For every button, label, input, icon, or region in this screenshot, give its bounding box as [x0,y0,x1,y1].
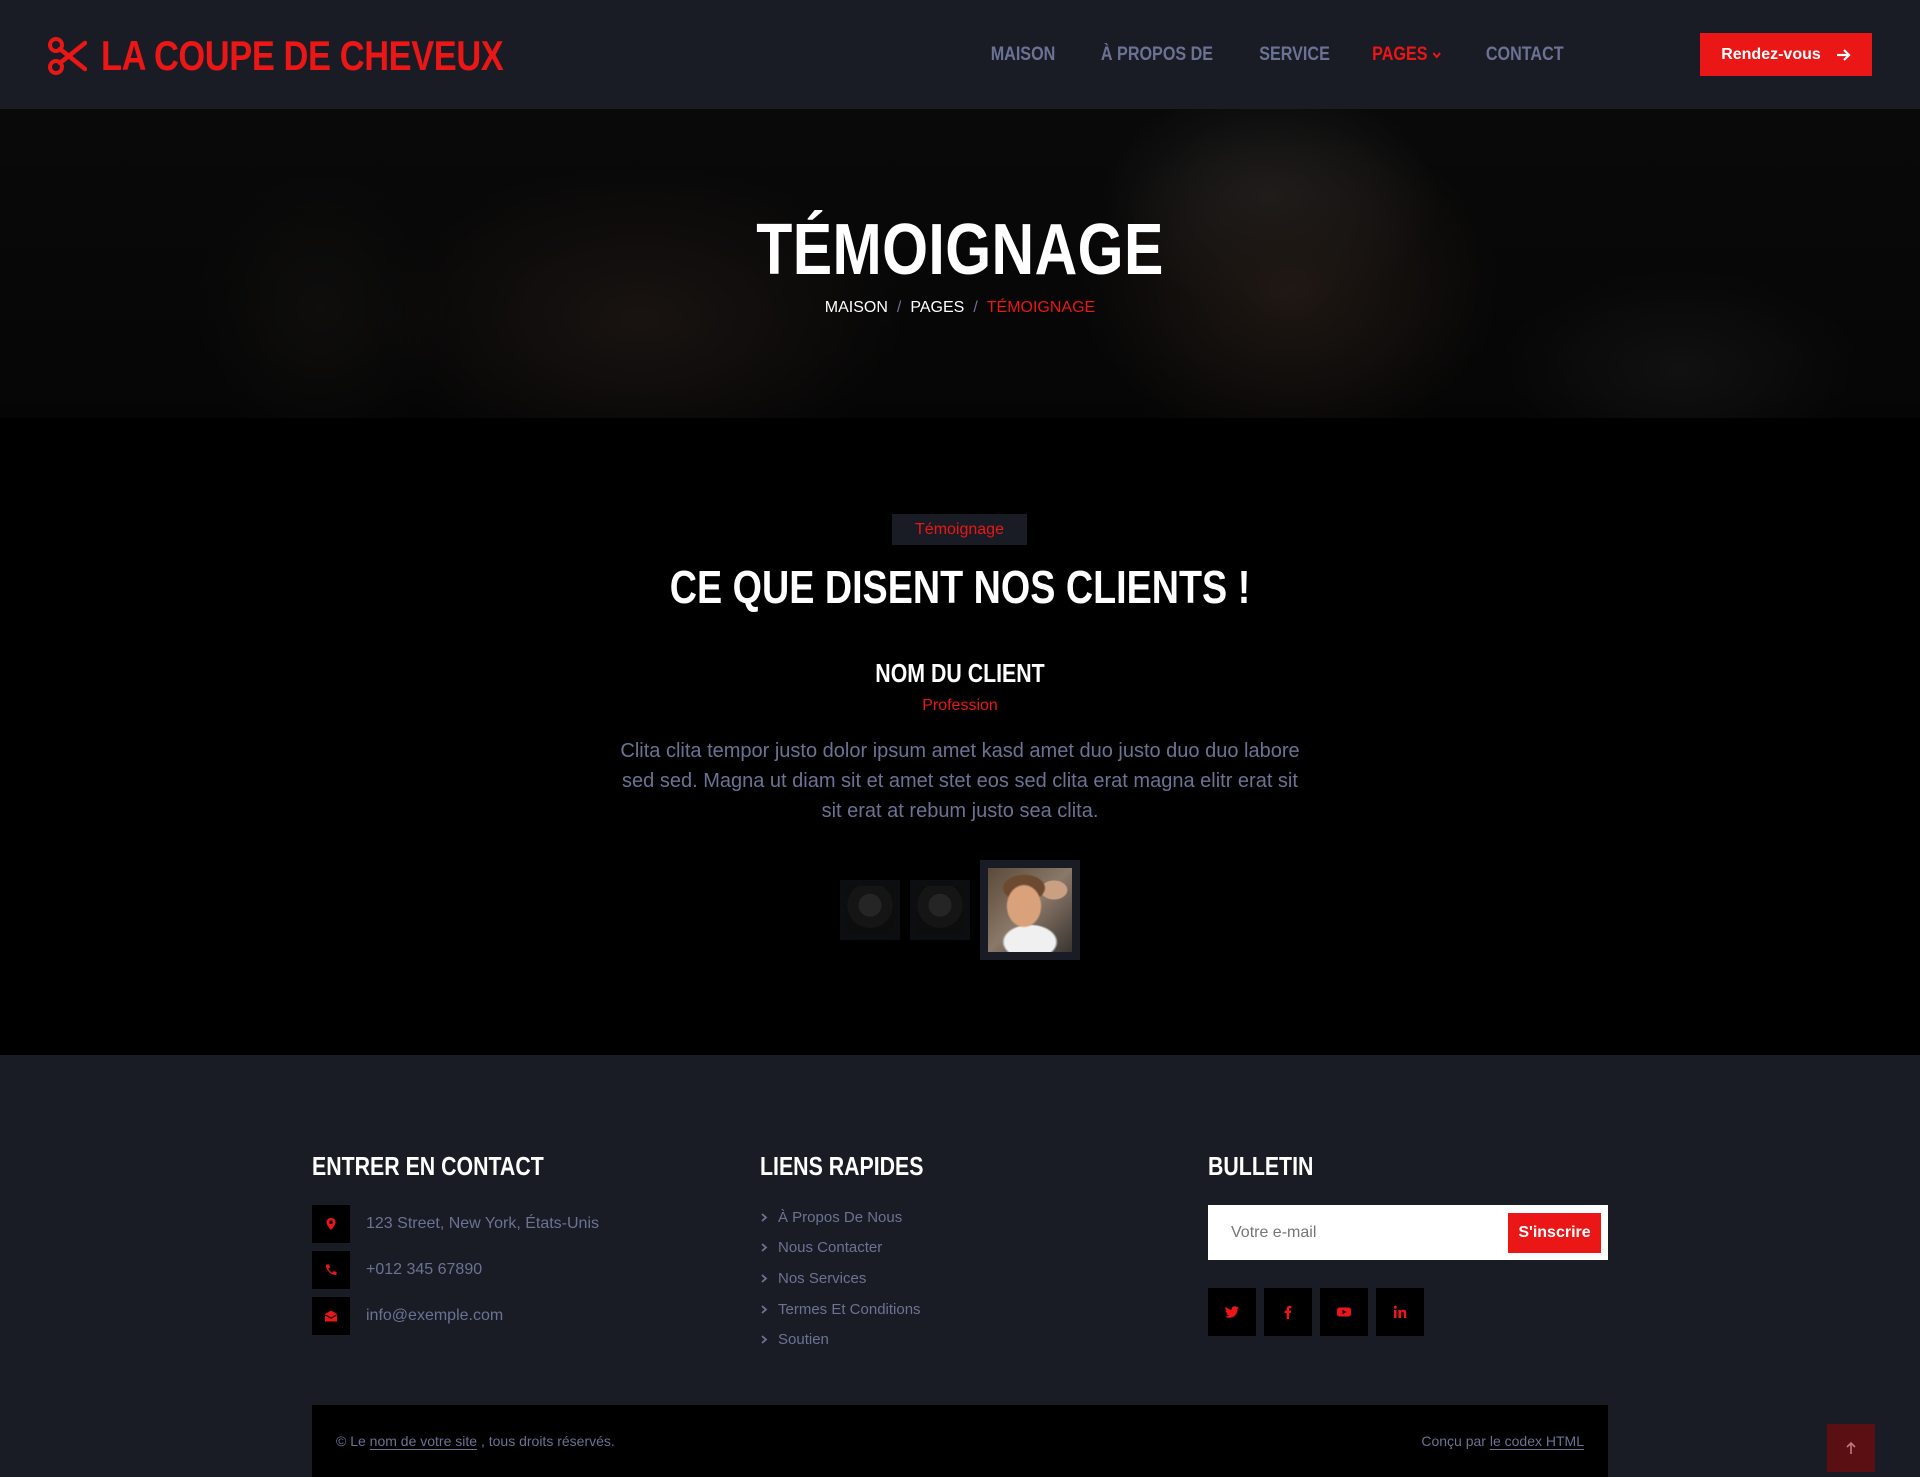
footer-link-label: Termes Et Conditions [778,1301,921,1318]
footer-link-label: À Propos De Nous [778,1209,903,1226]
footer-newsletter-title: BULLETIN [1208,1151,1314,1181]
breadcrumb-maison[interactable]: MAISON [825,299,888,316]
facebook-icon [1284,1305,1292,1319]
youtube-icon [1337,1307,1351,1317]
nav-item-pages-label: PAGES [1372,43,1428,65]
twitter-icon [1224,1306,1239,1318]
nav-item-maison[interactable]: MAISON [991,44,1056,66]
contact-address: 123 Street, New York, États-Unis [312,1205,599,1243]
contact-address-text: 123 Street, New York, États-Unis [366,1215,599,1232]
chevron-right-icon [761,1335,768,1344]
contact-email: info@exemple.com [312,1297,503,1335]
designed-by: Conçu par le codex HTML [1421,1433,1584,1450]
map-marker-icon [312,1205,350,1243]
breadcrumb-pages[interactable]: PAGES [910,299,964,316]
brand-logo[interactable]: LA COUPE DE CHEVEUX [47,32,592,80]
envelope-icon [312,1297,350,1335]
newsletter-email-input[interactable] [1208,1205,1498,1260]
footer-link-label: Nous Contacter [778,1239,883,1256]
footer-link-label: Nos Services [778,1270,867,1287]
footer-link-services[interactable]: Nos Services [760,1270,866,1287]
main-menu: MAISON À PROPOS DE SERVICE PAGES CONTACT [955,0,1570,109]
nav-item-service[interactable]: SERVICE [1260,44,1331,66]
chevron-right-icon [761,1243,768,1252]
testimonial-quote: Clita clita tempor justo dolor ipsum ame… [620,740,1300,822]
section-tag: Témoignage [892,514,1027,545]
twitter-link[interactable] [1208,1288,1256,1336]
footer-link-label: Soutien [778,1331,829,1348]
nav-item-contact[interactable]: CONTACT [1485,44,1563,66]
linkedin-icon [1393,1305,1407,1318]
phone-icon [312,1251,350,1289]
footer-links-title: LIENS RAPIDES [760,1151,924,1181]
chevron-right-icon [761,1274,768,1283]
footer-link-contact[interactable]: Nous Contacter [760,1239,882,1256]
breadcrumb-separator: / [973,299,978,316]
contact-phone: +012 345 67890 [312,1251,482,1289]
footer-link-about[interactable]: À Propos De Nous [760,1209,902,1226]
client-avatar [846,886,894,934]
linkedin-link[interactable] [1376,1288,1424,1336]
breadcrumb-current: TÉMOIGNAGE [986,299,1096,316]
designer-link[interactable]: le codex HTML [1489,1433,1584,1450]
subscribe-button[interactable]: S'inscrire [1508,1213,1601,1253]
breadcrumb-separator: / [896,299,902,316]
nav-item-pages[interactable]: PAGES [1373,44,1443,66]
chevron-right-icon [761,1305,768,1314]
back-to-top-button[interactable] [1827,1424,1875,1472]
nav-item-a-propos[interactable]: À PROPOS DE [1101,44,1213,66]
page-title: TÉMOIGNAGE [756,210,1164,290]
section-heading: CE QUE DISENT NOS CLIENTS ! [669,561,1251,613]
contact-phone-text[interactable]: +012 345 67890 [366,1261,482,1279]
newsletter-form: S'inscrire [1208,1205,1608,1260]
site-name-link[interactable]: nom de votre site [369,1433,478,1450]
copyright-suffix: , tous droits réservés. [480,1433,615,1449]
brand-title: LA COUPE DE CHEVEUX [101,32,504,79]
breadcrumb: MAISON / PAGES / TÉMOIGNAGE [0,299,1920,317]
contact-email-text[interactable]: info@exemple.com [366,1307,503,1325]
footer-link-support[interactable]: Soutien [760,1331,829,1348]
carousel-dot-3-active[interactable] [980,860,1080,960]
client-avatar [916,886,964,934]
footer-contact-title: ENTRER EN CONTACT [312,1151,544,1181]
client-name: NOM DU CLIENT [875,658,1045,688]
navbar: LA COUPE DE CHEVEUX MAISON À PROPOS DE S… [0,0,1920,109]
carousel-dot-2[interactable] [910,880,970,940]
copyright-text: © Le nom de votre site , tous droits rés… [336,1433,615,1450]
page-header: TÉMOIGNAGE MAISON / PAGES / TÉMOIGNAGE [0,109,1920,418]
arrow-up-icon [1846,1441,1856,1454]
facebook-link[interactable] [1264,1288,1312,1336]
youtube-link[interactable] [1320,1288,1368,1336]
scissors-icon [48,37,87,75]
appointment-button-label: Rendez-vous [1721,45,1821,63]
appointment-button[interactable]: Rendez-vous [1700,33,1872,76]
copyright-prefix: © Le [336,1433,366,1449]
designed-by-prefix: Conçu par [1421,1433,1486,1449]
client-profession: Profession [922,697,998,714]
arrow-right-icon [1836,48,1851,61]
carousel-dot-1[interactable] [840,880,900,940]
testimonial-carousel-dots [0,860,1920,960]
client-avatar [988,868,1072,952]
copyright-bar: © Le nom de votre site , tous droits rés… [312,1405,1608,1477]
footer-link-terms[interactable]: Termes Et Conditions [760,1301,921,1318]
chevron-down-icon [1433,51,1442,59]
chevron-right-icon [761,1213,768,1222]
